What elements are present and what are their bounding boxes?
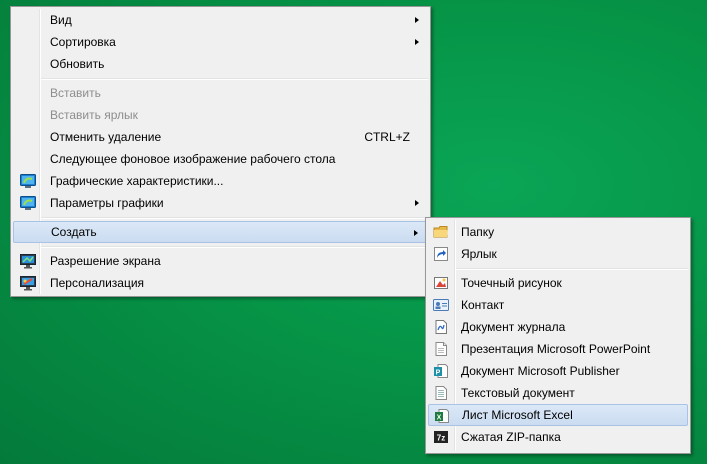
submenu-item-folder[interactable]: Папку: [428, 221, 688, 243]
menu-item-personalization[interactable]: Персонализация: [13, 272, 428, 294]
desktop-context-menu: Вид Сортировка Обновить Вставить Вставит…: [10, 6, 431, 297]
submenu-item-contact[interactable]: Контакт: [428, 294, 688, 316]
menu-item-label: Создать: [51, 225, 97, 239]
menu-item-undo-delete[interactable]: Отменить удаление CTRL+Z: [13, 126, 428, 148]
menu-item-label: Ярлык: [461, 247, 497, 261]
menu-item-create[interactable]: Создать: [13, 221, 428, 243]
menu-item-label: Текстовый документ: [461, 386, 575, 400]
submenu-arrow-icon: [415, 39, 419, 45]
zip-folder-icon: 7z: [434, 431, 448, 443]
menu-item-sort[interactable]: Сортировка: [13, 31, 428, 53]
menu-item-label: Лист Microsoft Excel: [462, 408, 573, 422]
submenu-item-shortcut[interactable]: Ярлык: [428, 243, 688, 265]
display-resolution-icon: [20, 254, 36, 269]
submenu-item-text-document[interactable]: Текстовый документ: [428, 382, 688, 404]
menu-separator: [41, 217, 428, 219]
excel-icon: X: [435, 409, 449, 423]
submenu-item-zip-folder[interactable]: 7z Сжатая ZIP-папка: [428, 426, 688, 448]
submenu-arrow-icon: [415, 17, 419, 23]
menu-item-paste: Вставить: [13, 82, 428, 104]
submenu-item-publisher[interactable]: P Документ Microsoft Publisher: [428, 360, 688, 382]
menu-item-label: Отменить удаление: [50, 130, 162, 144]
menu-item-label: Документ Microsoft Publisher: [461, 364, 620, 378]
menu-item-label: Вставить ярлык: [50, 108, 138, 122]
journal-icon: [435, 320, 447, 334]
personalization-icon: [20, 276, 36, 291]
menu-item-label: Контакт: [461, 298, 505, 312]
bitmap-icon: [434, 277, 448, 289]
intel-graphics-icon: [20, 174, 36, 188]
menu-item-label: Графические характеристики...: [50, 174, 224, 188]
menu-separator: [456, 268, 688, 270]
shortcut-icon: [434, 247, 448, 261]
menu-item-shortcut: CTRL+Z: [364, 130, 410, 144]
menu-item-label: Презентация Microsoft PowerPoint: [461, 342, 651, 356]
menu-item-graphics-options[interactable]: Параметры графики: [13, 192, 428, 214]
submenu-item-excel[interactable]: X Лист Microsoft Excel: [428, 404, 688, 426]
menu-item-next-background[interactable]: Следующее фоновое изображение рабочего с…: [13, 148, 428, 170]
menu-item-graphics-properties[interactable]: Графические характеристики...: [13, 170, 428, 192]
menu-item-screen-resolution[interactable]: Разрешение экрана: [13, 250, 428, 272]
text-document-icon: [435, 386, 447, 400]
menu-item-label: Документ журнала: [461, 320, 566, 334]
menu-item-label: Персонализация: [50, 276, 145, 290]
submenu-arrow-icon: [414, 230, 418, 236]
menu-separator: [41, 246, 428, 248]
svg-text:7z: 7z: [437, 434, 445, 443]
intel-graphics-icon: [20, 196, 36, 210]
contact-icon: [433, 299, 449, 311]
menu-item-label: Вставить: [50, 86, 101, 100]
menu-item-label: Разрешение экрана: [50, 254, 161, 268]
submenu-item-bitmap[interactable]: Точечный рисунок: [428, 272, 688, 294]
menu-separator: [41, 78, 428, 80]
menu-item-label: Точечный рисунок: [461, 276, 562, 290]
menu-item-label: Вид: [50, 13, 72, 27]
submenu-arrow-icon: [415, 200, 419, 206]
menu-item-label: Сжатая ZIP-папка: [461, 430, 561, 444]
folder-icon: [433, 226, 448, 238]
create-submenu: Папку Ярлык Точечный рисунок Контакт Док…: [425, 217, 691, 454]
menu-item-label: Папку: [461, 225, 495, 239]
publisher-icon: P: [434, 364, 448, 378]
svg-text:X: X: [437, 415, 442, 422]
menu-item-label: Параметры графики: [50, 196, 164, 210]
svg-text:P: P: [436, 370, 441, 377]
menu-item-refresh[interactable]: Обновить: [13, 53, 428, 75]
menu-item-paste-shortcut: Вставить ярлык: [13, 104, 428, 126]
menu-item-label: Сортировка: [50, 35, 116, 49]
menu-item-view[interactable]: Вид: [13, 9, 428, 31]
menu-item-label: Следующее фоновое изображение рабочего с…: [50, 152, 336, 166]
submenu-item-powerpoint[interactable]: Презентация Microsoft PowerPoint: [428, 338, 688, 360]
document-icon: [435, 342, 447, 356]
submenu-item-journal[interactable]: Документ журнала: [428, 316, 688, 338]
menu-item-label: Обновить: [50, 57, 105, 71]
